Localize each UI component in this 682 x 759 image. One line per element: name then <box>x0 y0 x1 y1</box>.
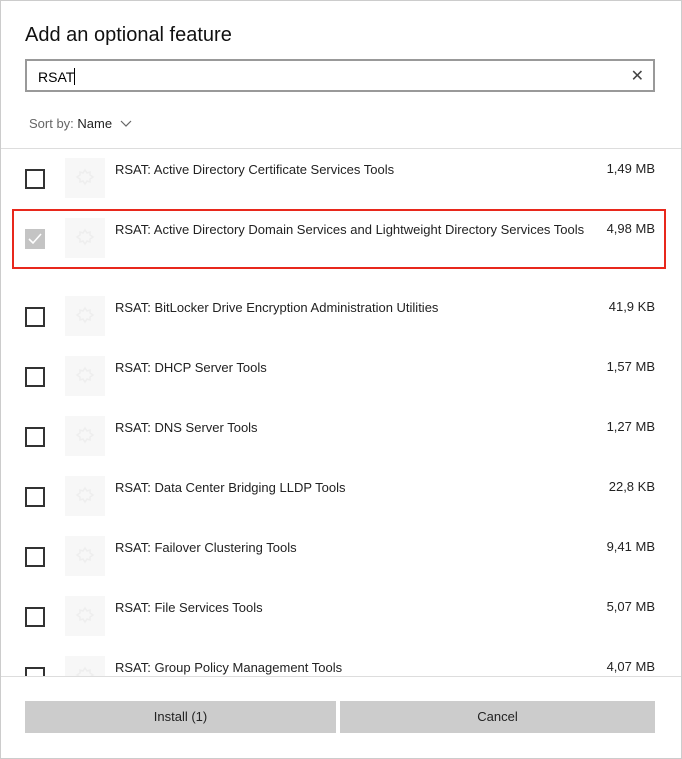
sort-label: Sort by: <box>29 116 74 131</box>
feature-size: 1,49 MB <box>606 161 655 176</box>
feature-name: RSAT: Data Center Bridging LLDP Tools <box>115 480 346 495</box>
feature-name: RSAT: File Services Tools <box>115 600 263 615</box>
feature-row[interactable]: RSAT: DNS Server Tools 1,27 MB <box>1 407 681 467</box>
feature-name: RSAT: DNS Server Tools <box>115 420 258 435</box>
feature-checkbox[interactable] <box>25 667 45 676</box>
dialog-title: Add an optional feature <box>25 24 232 46</box>
install-button[interactable]: Install (1) <box>25 701 336 733</box>
feature-name: RSAT: DHCP Server Tools <box>115 360 267 375</box>
feature-size: 9,41 MB <box>606 539 655 554</box>
feature-size: 5,07 MB <box>606 599 655 614</box>
feature-row[interactable]: RSAT: Active Directory Certificate Servi… <box>1 149 681 209</box>
feature-checkbox[interactable] <box>25 367 45 387</box>
feature-row[interactable]: RSAT: Failover Clustering Tools 9,41 MB <box>1 527 681 587</box>
feature-checkbox[interactable] <box>25 607 45 627</box>
search-input[interactable]: RSAT ✕ <box>25 59 655 92</box>
feature-size: 4,07 MB <box>606 659 655 674</box>
feature-checkbox[interactable] <box>25 547 45 567</box>
cancel-button[interactable]: Cancel <box>340 701 655 733</box>
gear-icon <box>65 296 105 336</box>
close-icon[interactable]: ✕ <box>631 66 644 86</box>
gear-icon <box>65 596 105 636</box>
feature-row[interactable]: RSAT: File Services Tools 5,07 MB <box>1 587 681 647</box>
sort-dropdown[interactable]: Sort by: Name <box>29 116 132 131</box>
gear-icon <box>65 476 105 516</box>
feature-name: RSAT: Active Directory Certificate Servi… <box>115 162 395 177</box>
gear-icon <box>65 158 105 198</box>
feature-checkbox[interactable] <box>25 427 45 447</box>
feature-size: 1,27 MB <box>606 419 655 434</box>
divider <box>1 676 681 677</box>
feature-row[interactable]: RSAT: DHCP Server Tools 1,57 MB <box>1 347 681 407</box>
gear-icon <box>65 416 105 456</box>
gear-icon <box>65 356 105 396</box>
feature-checkbox[interactable] <box>25 169 45 189</box>
feature-row[interactable]: RSAT: Group Policy Management Tools 4,07… <box>1 647 681 676</box>
feature-checkbox[interactable] <box>25 307 45 327</box>
gear-icon <box>65 656 105 676</box>
feature-name: RSAT: Failover Clustering Tools <box>115 540 297 555</box>
gear-icon <box>65 536 105 576</box>
text-caret <box>74 68 76 85</box>
feature-name: RSAT: BitLocker Drive Encryption Adminis… <box>115 300 439 315</box>
feature-row[interactable]: RSAT: Data Center Bridging LLDP Tools 22… <box>1 467 681 527</box>
feature-size: 22,8 KB <box>608 479 655 494</box>
feature-list: RSAT: Active Directory Certificate Servi… <box>1 149 681 676</box>
sort-value: Name <box>77 116 113 131</box>
feature-checkbox[interactable] <box>25 487 45 507</box>
chevron-down-icon <box>120 120 132 127</box>
highlight-box <box>12 209 666 269</box>
feature-row[interactable]: RSAT: BitLocker Drive Encryption Adminis… <box>1 287 681 347</box>
feature-size: 1,57 MB <box>606 359 655 374</box>
feature-name: RSAT: Group Policy Management Tools <box>115 660 343 675</box>
feature-size: 41,9 KB <box>608 299 655 314</box>
search-value: RSAT <box>38 69 75 85</box>
